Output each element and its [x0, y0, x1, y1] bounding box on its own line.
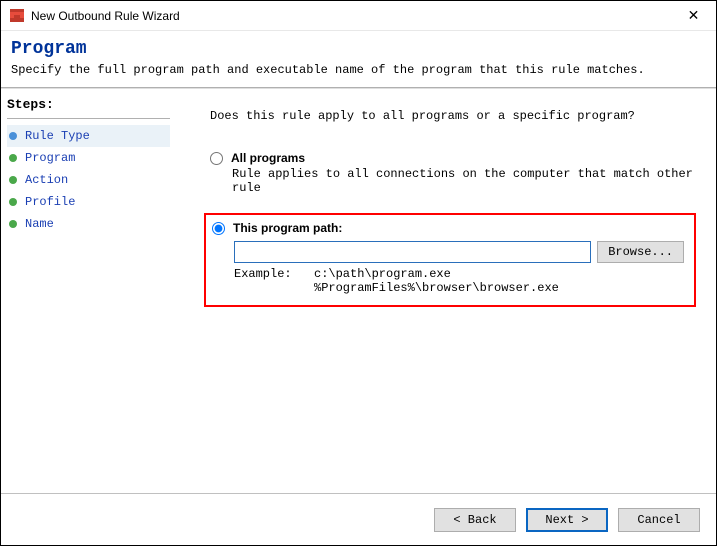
- steps-divider: [7, 118, 170, 119]
- step-program[interactable]: Program: [7, 147, 170, 169]
- example-line-2: %ProgramFiles%\browser\browser.exe: [314, 281, 559, 295]
- step-label: Program: [25, 151, 75, 165]
- body: Steps: Rule Type Program Action Profile …: [1, 89, 716, 493]
- window-title: New Outbound Rule Wizard: [31, 9, 671, 23]
- footer: < Back Next > Cancel: [1, 493, 716, 545]
- example-line-1: c:\path\program.exe: [314, 267, 559, 281]
- highlight-box: This program path: Browse... Example: c:…: [204, 213, 696, 307]
- step-bullet-icon: [9, 154, 17, 162]
- step-bullet-icon: [9, 198, 17, 206]
- close-button[interactable]: ✕: [671, 1, 716, 31]
- radio-all-programs[interactable]: [210, 152, 223, 165]
- steps-title: Steps:: [7, 97, 170, 112]
- page-subtitle: Specify the full program path and execut…: [11, 63, 706, 77]
- question-text: Does this rule apply to all programs or …: [210, 109, 698, 123]
- example-block: Example: c:\path\program.exe %ProgramFil…: [234, 267, 684, 295]
- radio-label-path: This program path:: [233, 221, 342, 235]
- step-bullet-icon: [9, 220, 17, 228]
- content-panel: Does this rule apply to all programs or …: [176, 89, 716, 493]
- step-profile[interactable]: Profile: [7, 191, 170, 213]
- option-all-desc: Rule applies to all connections on the c…: [232, 167, 698, 195]
- step-bullet-icon: [9, 176, 17, 184]
- example-label: Example:: [234, 267, 314, 295]
- step-label: Rule Type: [25, 129, 90, 143]
- steps-panel: Steps: Rule Type Program Action Profile …: [1, 89, 176, 493]
- next-button[interactable]: Next >: [526, 508, 608, 532]
- page-title: Program: [11, 39, 706, 59]
- radio-label-all: All programs: [231, 151, 305, 165]
- cancel-button[interactable]: Cancel: [618, 508, 700, 532]
- step-label: Name: [25, 217, 54, 231]
- step-label: Profile: [25, 195, 75, 209]
- radio-program-path[interactable]: [212, 222, 225, 235]
- page-header: Program Specify the full program path an…: [1, 31, 716, 87]
- step-label: Action: [25, 173, 68, 187]
- wizard-window: New Outbound Rule Wizard ✕ Program Speci…: [0, 0, 717, 546]
- back-button[interactable]: < Back: [434, 508, 516, 532]
- step-bullet-icon: [9, 132, 17, 140]
- firewall-icon: [9, 8, 25, 24]
- path-input-row: Browse...: [234, 241, 684, 263]
- titlebar: New Outbound Rule Wizard ✕: [1, 1, 716, 31]
- step-action[interactable]: Action: [7, 169, 170, 191]
- step-rule-type[interactable]: Rule Type: [7, 125, 170, 147]
- option-all-programs[interactable]: All programs: [210, 151, 698, 165]
- option-program-path[interactable]: This program path:: [212, 221, 684, 235]
- program-path-input[interactable]: [234, 241, 591, 263]
- step-name[interactable]: Name: [7, 213, 170, 235]
- browse-button[interactable]: Browse...: [597, 241, 684, 263]
